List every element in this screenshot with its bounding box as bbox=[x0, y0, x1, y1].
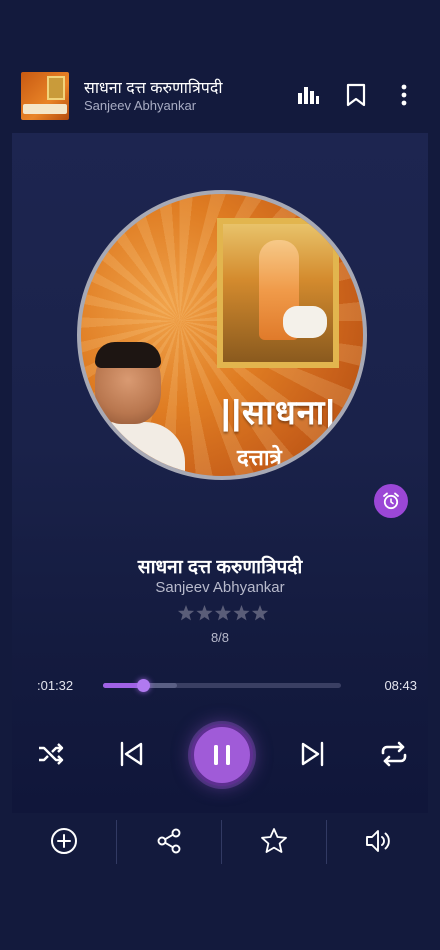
song-title: साधना दत्त करुणात्रिपदी bbox=[137, 557, 303, 578]
previous-icon bbox=[120, 741, 143, 767]
total-duration: 08:43 bbox=[384, 678, 417, 693]
add-to-playlist-button[interactable] bbox=[49, 826, 79, 856]
rating-star-3[interactable] bbox=[214, 605, 232, 621]
volume-button[interactable] bbox=[364, 826, 394, 856]
current-time: :01:32 bbox=[37, 678, 74, 693]
artwork-singer-shirt bbox=[81, 422, 185, 476]
rating-star-2[interactable] bbox=[196, 605, 213, 621]
add-circle-icon bbox=[51, 828, 77, 854]
favorite-button[interactable] bbox=[259, 826, 289, 856]
more-vertical-icon[interactable] bbox=[391, 82, 417, 108]
thumbnail-frame bbox=[47, 76, 65, 100]
divider bbox=[221, 820, 222, 864]
divider bbox=[116, 820, 117, 864]
artwork-cow bbox=[283, 306, 327, 338]
header-artist-name: Sanjeev Abhyankar bbox=[84, 98, 197, 113]
rating-star-4[interactable] bbox=[233, 605, 250, 621]
pause-icon bbox=[214, 745, 230, 765]
seek-bar[interactable] bbox=[103, 679, 341, 692]
artwork-picture-frame bbox=[217, 218, 339, 368]
divider bbox=[326, 820, 327, 864]
album-thumbnail[interactable] bbox=[21, 72, 69, 120]
rating-star-1[interactable] bbox=[177, 605, 195, 621]
artwork-title-line1: ||साधना| bbox=[221, 394, 336, 432]
repeat-icon bbox=[381, 741, 407, 767]
bookmark-icon[interactable] bbox=[343, 82, 369, 108]
artwork-title-line2: दत्तात्रे bbox=[237, 445, 282, 470]
star-icon bbox=[261, 828, 287, 853]
rating-stars[interactable] bbox=[177, 604, 269, 622]
song-artist: Sanjeev Abhyankar bbox=[155, 579, 285, 596]
volume-icon bbox=[366, 830, 390, 852]
previous-button[interactable] bbox=[115, 738, 147, 770]
rating-star-5[interactable] bbox=[251, 605, 269, 621]
bottom-action-bar bbox=[0, 816, 440, 868]
queue-position: 8/8 bbox=[210, 630, 230, 645]
header-track-title: साधना दत्त करुणात्रिपदी bbox=[84, 80, 223, 97]
repeat-button[interactable] bbox=[378, 738, 410, 770]
album-artwork[interactable]: ||साधना| दत्तात्रे bbox=[77, 190, 367, 480]
share-button[interactable] bbox=[154, 826, 184, 856]
thumbnail-band bbox=[23, 104, 67, 114]
alarm-clock-icon bbox=[383, 492, 399, 510]
next-button[interactable] bbox=[297, 738, 329, 770]
next-icon bbox=[301, 741, 324, 767]
share-icon bbox=[157, 828, 181, 854]
pause-button[interactable] bbox=[191, 724, 253, 786]
shuffle-button[interactable] bbox=[35, 738, 67, 770]
artwork-singer-hair bbox=[95, 342, 161, 368]
sleep-timer-button[interactable] bbox=[374, 484, 408, 518]
equalizer-icon[interactable] bbox=[295, 82, 321, 108]
shuffle-icon bbox=[39, 743, 64, 765]
now-playing-header: साधना दत्त करुणात्रिपदी Sanjeev Abhyanka… bbox=[0, 62, 440, 128]
